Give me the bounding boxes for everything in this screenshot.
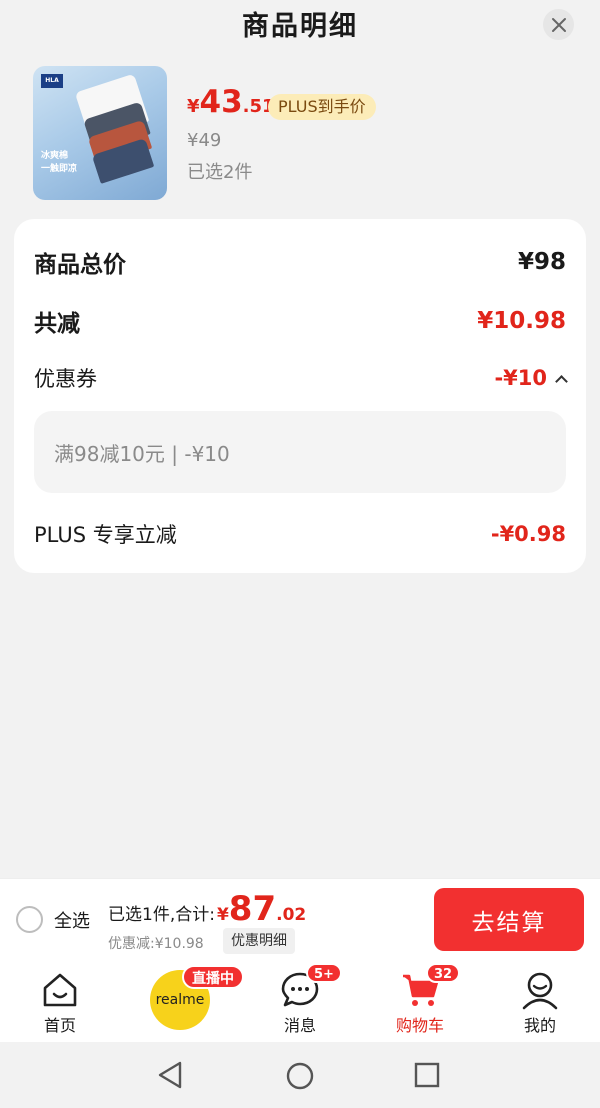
plus-price: ¥ 43 .51 (187, 84, 275, 120)
coupon-value: -¥10 (494, 366, 547, 390)
messages-badge: 5+ (306, 963, 342, 983)
sum-label: 已选1件,合计: (108, 905, 215, 925)
realme-label: realme (155, 992, 205, 1008)
original-price: ¥49 (187, 130, 222, 151)
product-image[interactable]: HLA 冰爽棉 一触即凉 (33, 66, 167, 200)
select-all-label[interactable]: 全选 (54, 907, 90, 933)
selected-count: 已选2件 (187, 162, 253, 183)
reduce-row: 共减 ¥10.98 (34, 304, 566, 338)
tab-label-cart: 购物车 (395, 1016, 444, 1035)
total-value: ¥98 (517, 249, 566, 275)
close-icon (551, 17, 566, 32)
plus-price-tag: PLUS到手价 (268, 94, 376, 120)
page-title: 商品明细 (242, 11, 358, 42)
price-breakdown-card: 商品总价 ¥98 共减 ¥10.98 优惠券 -¥10 满98减10元 | -¥… (14, 219, 586, 573)
close-button[interactable] (543, 9, 574, 40)
sum-integer: 87 (228, 889, 277, 929)
plus-discount-value: -¥0.98 (490, 522, 566, 546)
profile-icon (522, 972, 558, 1010)
bottom-tab-bar: 首页 5+ 消息 32 购物车 我的 (0, 960, 600, 1042)
live-badge: 直播中 (182, 965, 244, 989)
checkout-bar: 全选 已选1件,合计: ¥ 87 .02 优惠减:¥10.98 优惠明细 去结算 (0, 878, 600, 960)
total-row: 商品总价 ¥98 (34, 245, 566, 279)
cart-badge: 32 (426, 963, 461, 983)
tab-home[interactable]: 首页 (10, 960, 110, 1042)
checkout-button[interactable]: 去结算 (434, 888, 584, 951)
tab-label-profile: 我的 (523, 1016, 556, 1035)
product-summary: HLA 冰爽棉 一触即凉 ¥ 43 .51 PLUS到手价 ¥49 已选2件 (0, 60, 600, 210)
recents-square-icon[interactable] (414, 1062, 440, 1088)
image-caption-1: 冰爽棉 (41, 151, 69, 161)
total-label: 商品总价 (34, 252, 126, 278)
plus-discount-row: PLUS 专享立减 -¥0.98 (34, 519, 566, 549)
coupon-row[interactable]: 优惠券 -¥10 (34, 363, 568, 393)
image-caption-2: 一触即凉 (41, 164, 78, 174)
tab-label-home: 首页 (43, 1016, 76, 1035)
reduce-value: ¥10.98 (477, 308, 566, 334)
tab-cart[interactable]: 32 购物车 (370, 960, 470, 1042)
discount-amount: 优惠减:¥10.98 (108, 936, 204, 952)
reduce-label: 共减 (34, 311, 80, 337)
home-icon (43, 973, 77, 1007)
coupon-detail: 满98减10元 | -¥10 (34, 411, 566, 493)
tab-label-messages: 消息 (283, 1016, 316, 1035)
coupon-label: 优惠券 (34, 367, 97, 391)
plus-discount-label: PLUS 专享立减 (34, 523, 177, 547)
back-icon[interactable] (156, 1060, 184, 1090)
select-all-radio[interactable] (16, 906, 43, 933)
tab-profile[interactable]: 我的 (490, 960, 590, 1042)
system-navigation-bar (0, 1042, 600, 1108)
sum-symbol: ¥ (216, 905, 229, 925)
total-sum: 已选1件,合计: ¥ 87 .02 (108, 889, 306, 929)
price-integer: 43 (199, 84, 243, 120)
price-symbol: ¥ (187, 96, 200, 117)
home-circle-icon[interactable] (285, 1061, 315, 1091)
brand-logo: HLA (41, 74, 63, 88)
sum-decimal: .02 (276, 905, 307, 925)
tab-messages[interactable]: 5+ 消息 (250, 960, 350, 1042)
chevron-up-icon (555, 374, 568, 388)
discount-detail-button[interactable]: 优惠明细 (223, 928, 295, 954)
header: 商品明细 (0, 0, 600, 50)
coupon-toggle[interactable]: -¥10 (494, 366, 568, 390)
